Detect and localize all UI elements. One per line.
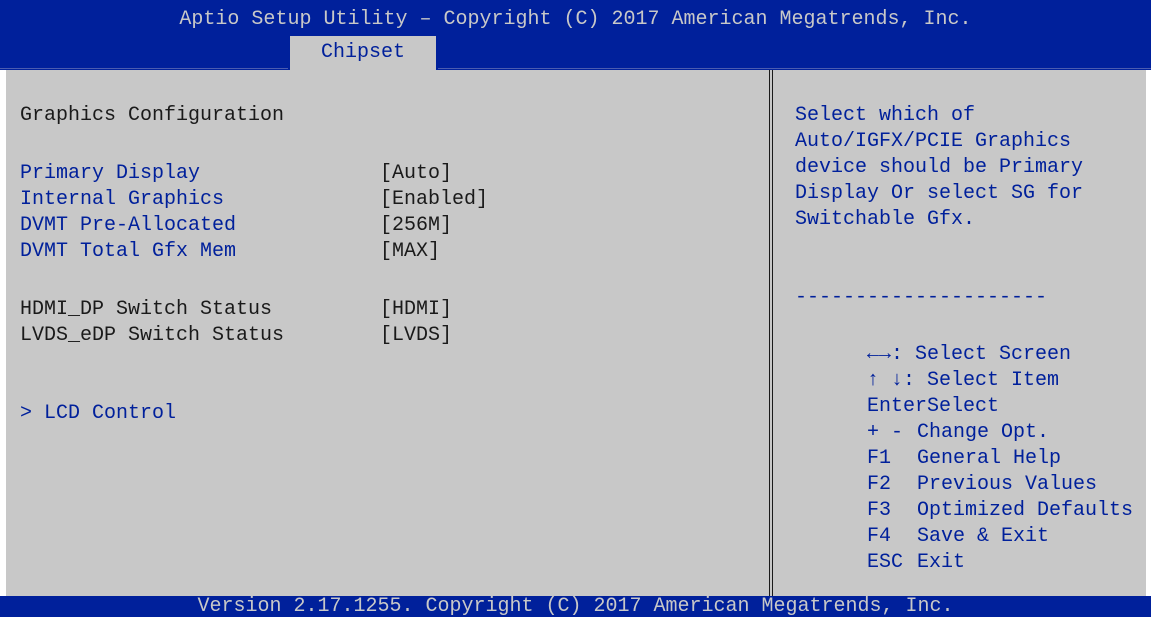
key-hint-esc: ESC Exit <box>795 524 965 602</box>
help-text-line: device should be Primary <box>795 156 1084 179</box>
key-hint-desc: Exit <box>917 551 966 574</box>
status-value-hdmi-dp-switch: [HDMI] <box>380 298 453 321</box>
setting-value-dvmt-pre-allocated[interactable]: [256M] <box>380 213 452 239</box>
section-title: Graphics Configuration <box>20 104 285 127</box>
status-value-lvds-edp-switch: [LVDS] <box>380 324 453 347</box>
panel-divider <box>769 70 770 596</box>
help-text-line: Display Or select SG for <box>795 182 1084 205</box>
help-separator: --------------------- <box>795 286 1048 309</box>
bios-setup-screen: Aptio Setup Utility – Copyright (C) 2017… <box>0 0 1151 617</box>
status-lvds-edp-switch: LVDS_eDP Switch Status <box>20 324 285 347</box>
title-bar: Aptio Setup Utility – Copyright (C) 2017… <box>0 0 1151 36</box>
tab-chipset[interactable]: Chipset <box>290 36 436 70</box>
setting-value-dvmt-total-gfx-mem[interactable]: [MAX] <box>380 239 440 265</box>
setting-value-primary-display[interactable]: [Auto] <box>380 161 452 187</box>
help-text-line: Select which of <box>795 104 976 127</box>
help-text-line: Switchable Gfx. <box>795 208 976 231</box>
main-panel: Graphics Configuration Primary Display [… <box>6 70 1146 596</box>
tab-divider <box>0 68 288 69</box>
footer-version: Version 2.17.1255. Copyright (C) 2017 Am… <box>0 596 1151 617</box>
setting-internal-graphics[interactable]: Internal Graphics <box>20 187 224 213</box>
setting-primary-display[interactable]: Primary Display <box>20 161 200 187</box>
submenu-lcd-control[interactable]: > LCD Control <box>20 401 176 427</box>
key-name: ESC <box>867 551 904 574</box>
tab-divider <box>438 68 1151 69</box>
tab-row <box>0 36 1151 70</box>
help-text-line: Auto/IGFX/PCIE Graphics <box>795 130 1072 153</box>
setting-dvmt-pre-allocated[interactable]: DVMT Pre-Allocated <box>20 213 236 239</box>
panel-divider <box>772 70 773 596</box>
setting-dvmt-total-gfx-mem[interactable]: DVMT Total Gfx Mem <box>20 239 236 265</box>
setting-value-internal-graphics[interactable]: [Enabled] <box>380 187 488 213</box>
status-hdmi-dp-switch: HDMI_DP Switch Status <box>20 298 273 321</box>
